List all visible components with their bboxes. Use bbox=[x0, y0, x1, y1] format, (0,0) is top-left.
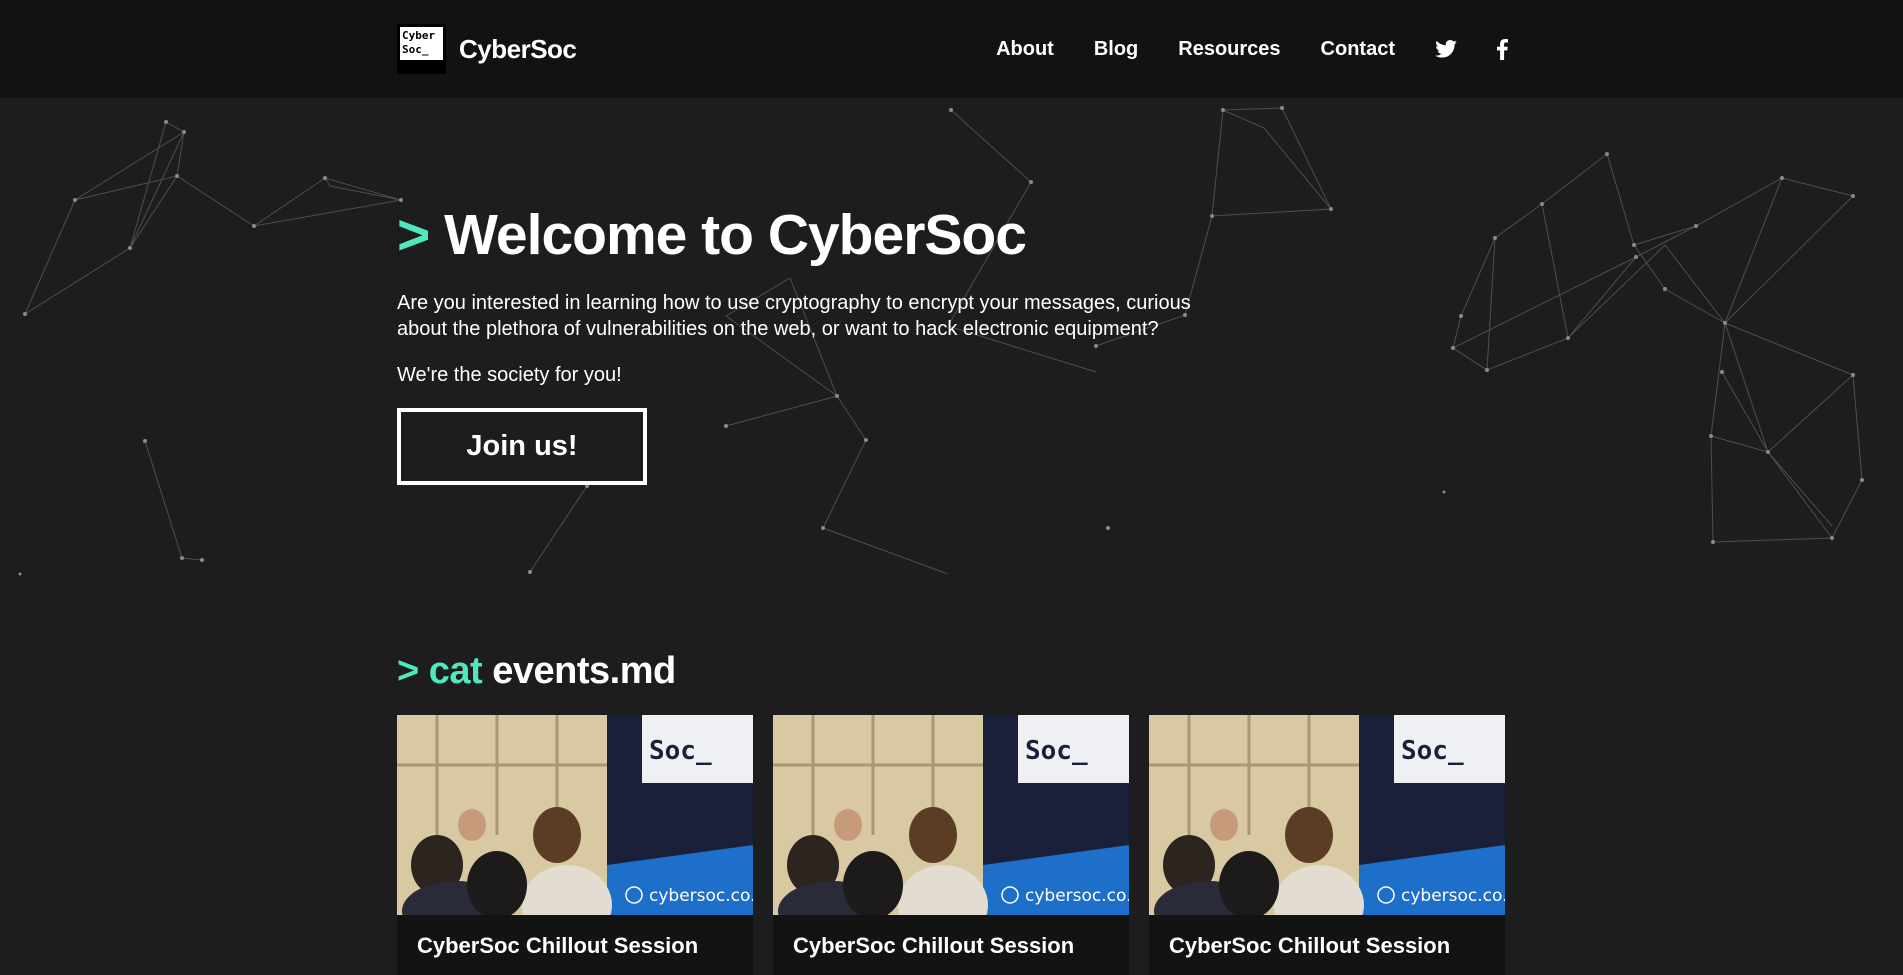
hero-tagline: We're the society for you! bbox=[397, 364, 622, 386]
event-card[interactable]: Soc_ cybersoc.co.uk CyberSoc Chillout Se… bbox=[1149, 715, 1505, 975]
event-cards: Soc_ cybersoc.co.uk CyberSoc Chillout Se… bbox=[397, 715, 1505, 975]
events-command: cat bbox=[428, 650, 483, 692]
hero-title: > Welcome to CyberSoc bbox=[397, 200, 1257, 270]
hero-prompt: > bbox=[397, 203, 430, 267]
events-prompt: > bbox=[397, 650, 419, 692]
nav-links: About Blog Resources Contact bbox=[956, 30, 1508, 68]
event-photo: Soc_ cybersoc.co.uk bbox=[1149, 715, 1505, 915]
nav-link-contact[interactable]: Contact bbox=[1321, 38, 1395, 61]
event-card-title: CyberSoc Chillout Session bbox=[417, 933, 699, 958]
twitter-icon[interactable] bbox=[1435, 40, 1457, 58]
card-banner-text: cybersoc.co.uk bbox=[1025, 886, 1129, 906]
navbar: Cyber Soc_ CyberSoc About Blog Resources… bbox=[0, 0, 1903, 98]
brand-name: CyberSoc bbox=[459, 33, 577, 64]
cybersoc-logo: Cyber Soc_ bbox=[397, 24, 446, 74]
nav-link-about[interactable]: About bbox=[996, 38, 1054, 61]
event-photo: Soc_ cybersoc.co.uk bbox=[397, 715, 753, 915]
event-card[interactable]: Soc_ cybersoc.co.uk CyberSoc Chillout Se… bbox=[773, 715, 1129, 975]
hero-section: > Welcome to CyberSoc Are you interested… bbox=[397, 200, 1257, 485]
event-card-title: CyberSoc Chillout Session bbox=[1169, 933, 1451, 958]
nav-link-blog[interactable]: Blog bbox=[1094, 38, 1138, 61]
event-photo: Soc_ cybersoc.co.uk bbox=[773, 715, 1129, 915]
card-banner-text: cybersoc.co.uk bbox=[649, 886, 753, 906]
card-banner-text: cybersoc.co.uk bbox=[1401, 886, 1505, 906]
nav-link-resources[interactable]: Resources bbox=[1178, 38, 1280, 61]
hero-description: Are you interested in learning how to us… bbox=[397, 292, 1191, 340]
svg-text:Soc_: Soc_ bbox=[1025, 736, 1088, 766]
join-us-button[interactable]: Join us! bbox=[397, 408, 647, 485]
svg-text:Soc_: Soc_ bbox=[1401, 736, 1464, 766]
facebook-icon[interactable] bbox=[1497, 38, 1508, 60]
hero-title-text: Welcome to CyberSoc bbox=[444, 203, 1027, 267]
logo-text: Cyber Soc_ bbox=[400, 27, 443, 60]
events-file: events.md bbox=[492, 650, 676, 692]
event-card-title: CyberSoc Chillout Session bbox=[793, 933, 1075, 958]
svg-text:Soc_: Soc_ bbox=[649, 736, 712, 766]
event-card[interactable]: Soc_ cybersoc.co.uk CyberSoc Chillout Se… bbox=[397, 715, 753, 975]
brand-home-link[interactable]: Cyber Soc_ CyberSoc bbox=[397, 24, 577, 74]
events-heading: > cat events.md bbox=[397, 648, 676, 694]
